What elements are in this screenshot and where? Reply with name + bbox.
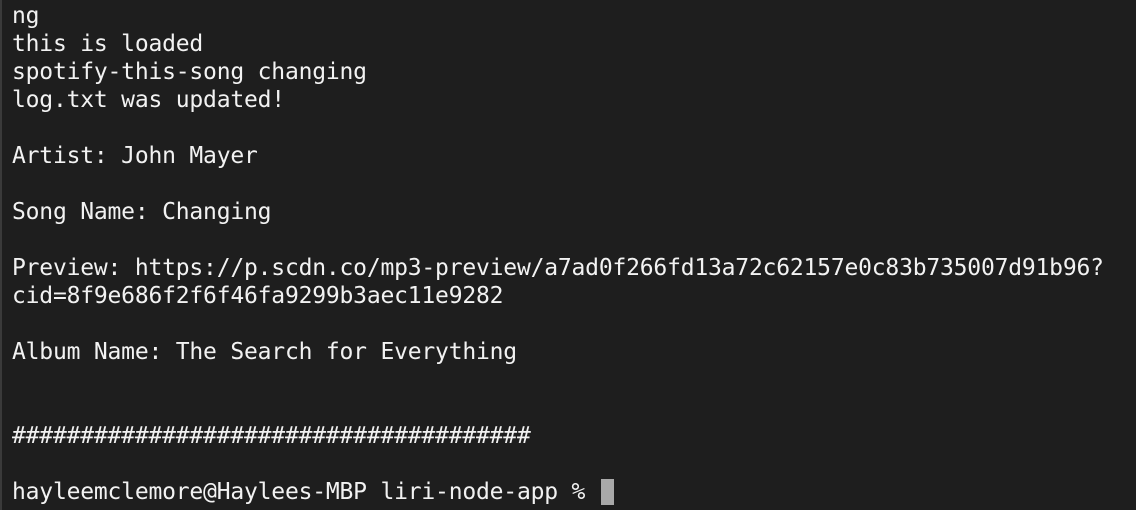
album-name-line: Album Name: The Search for Everything [12, 339, 517, 365]
text-cursor [600, 479, 614, 505]
output-line: spotify-this-song changing [12, 59, 367, 85]
preview-line-cont: cid=8f9e686f2f6f46fa9299b3aec11e9282 [12, 283, 504, 309]
command-prompt[interactable]: hayleemclemore@Haylees-MBP liri-node-app… [12, 478, 1136, 506]
terminal-window[interactable]: ng this is loaded spotify-this-song chan… [0, 0, 1136, 510]
song-name-line: Song Name: Changing [12, 199, 272, 225]
separator-line: ###################################### [12, 423, 531, 449]
output-line: ng [12, 3, 40, 29]
preview-line: Preview: https://p.scdn.co/mp3-preview/a… [12, 255, 1104, 281]
artist-line: Artist: John Mayer [12, 143, 258, 169]
output-line: log.txt was updated! [12, 87, 285, 113]
prompt-text: hayleemclemore@Haylees-MBP liri-node-app… [12, 479, 599, 505]
output-line: this is loaded [12, 31, 204, 57]
